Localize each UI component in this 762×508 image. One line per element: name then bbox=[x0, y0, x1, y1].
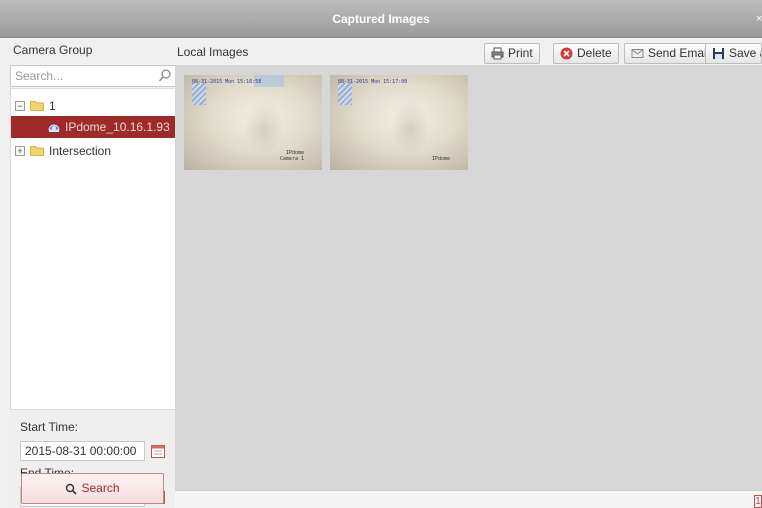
search-button-label: Search bbox=[81, 481, 120, 495]
tree-item-group-intersection[interactable]: + Intersection bbox=[11, 140, 176, 162]
camera-search-box bbox=[10, 65, 177, 87]
camera-search-input[interactable] bbox=[11, 66, 151, 86]
calendar-icon[interactable] bbox=[150, 443, 166, 459]
page-number[interactable]: 1 bbox=[754, 495, 762, 508]
captured-image-thumbnail[interactable]: 08-31-2015 Mon 15:16:58 IPdome Camera 1 bbox=[184, 75, 322, 170]
email-icon bbox=[631, 49, 644, 59]
captured-image-thumbnail[interactable]: 08-31-2015 Mon 15:17:00 IPdome bbox=[330, 75, 468, 170]
start-time-label: Start Time: bbox=[20, 420, 79, 434]
image-timestamp: 08-31-2015 Mon 15:16:58 bbox=[192, 79, 262, 85]
delete-icon bbox=[560, 47, 573, 60]
image-camera-text-line: Camera 1 bbox=[279, 156, 304, 162]
camera-icon bbox=[48, 124, 60, 132]
save-as-button-label: Save as bbox=[729, 46, 761, 60]
print-button[interactable]: Print bbox=[484, 43, 540, 64]
search-button[interactable]: Search bbox=[21, 473, 164, 504]
image-camera-text-line: IPdome bbox=[431, 156, 450, 162]
expand-icon[interactable]: + bbox=[15, 146, 25, 156]
camera-group-header: Camera Group bbox=[13, 43, 93, 57]
folder-icon bbox=[30, 146, 44, 156]
pagination-bar: 1 bbox=[175, 490, 762, 508]
local-images-panel: Local Images Print Delete Send Email Sav… bbox=[175, 40, 762, 508]
save-as-button[interactable]: Save as bbox=[705, 43, 762, 64]
send-email-button[interactable]: Send Email bbox=[624, 43, 717, 64]
search-icon[interactable] bbox=[156, 67, 174, 85]
image-artifact bbox=[338, 83, 352, 105]
image-timestamp: 08-31-2015 Mon 15:17:00 bbox=[338, 79, 408, 85]
window-title: Captured Images bbox=[332, 12, 430, 26]
send-email-button-label: Send Email bbox=[648, 46, 710, 60]
collapse-icon[interactable]: − bbox=[15, 101, 25, 111]
delete-button-label: Delete bbox=[577, 46, 612, 60]
image-gallery: 08-31-2015 Mon 15:16:58 IPdome Camera 1 0… bbox=[175, 65, 762, 490]
image-artifact bbox=[192, 83, 206, 105]
save-icon bbox=[713, 48, 724, 60]
delete-button[interactable]: Delete bbox=[553, 43, 619, 64]
start-time-field[interactable]: 2015-08-31 00:00:00 bbox=[20, 441, 145, 461]
print-button-label: Print bbox=[508, 46, 533, 60]
close-icon[interactable]: × bbox=[756, 0, 762, 38]
image-camera-text: IPdome Camera 1 bbox=[280, 150, 304, 162]
printer-icon bbox=[491, 47, 504, 60]
image-artifact bbox=[244, 100, 284, 155]
camera-tree: − 1 IPdome_10.16.1.93 + Intersection bbox=[10, 88, 177, 410]
tree-item-label: 1 bbox=[49, 99, 56, 113]
tree-item-camera-ipdome[interactable]: IPdome_10.16.1.93 bbox=[11, 116, 176, 138]
tree-item-label: Intersection bbox=[49, 144, 112, 158]
image-artifact bbox=[390, 100, 430, 155]
tree-item-label: IPdome_10.16.1.93 bbox=[65, 120, 170, 134]
title-bar: Captured Images × bbox=[0, 0, 762, 38]
camera-group-panel: Camera Group − 1 IPdome_10.16.1.93 + bbox=[8, 40, 177, 508]
image-camera-text: IPdome bbox=[432, 156, 450, 162]
tree-item-group-1[interactable]: − 1 bbox=[11, 95, 176, 117]
folder-icon bbox=[30, 101, 44, 111]
search-icon bbox=[66, 483, 78, 495]
